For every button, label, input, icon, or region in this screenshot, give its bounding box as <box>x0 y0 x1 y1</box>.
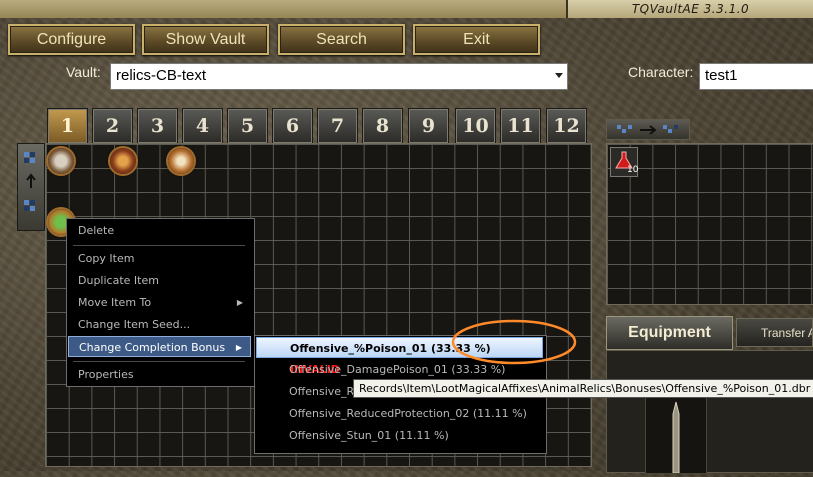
tab-vault-12[interactable]: 12 <box>546 108 587 144</box>
menu-item-duplicate[interactable]: Duplicate Item <box>68 270 251 291</box>
title-bar: TQVaultAE 3.3.1.0 <box>0 0 813 18</box>
relic-item[interactable] <box>48 148 74 174</box>
transfer-header[interactable] <box>606 119 690 140</box>
tab-vault-10[interactable]: 10 <box>455 108 496 144</box>
menu-item-change-seed[interactable]: Change Item Seed... <box>68 314 251 335</box>
vault-select-value: relics-CB-text <box>116 67 207 84</box>
menu-item-move[interactable]: Move Item To ▶ <box>68 292 251 313</box>
tab-vault-7[interactable]: 7 <box>317 108 358 144</box>
menu-item-change-completion-bonus[interactable]: Change Completion Bonus ▶ <box>68 336 251 357</box>
equipment-panel <box>606 350 813 474</box>
tab-equipment[interactable]: Equipment <box>606 316 733 350</box>
submenu-item-stun[interactable]: Offensive_Stun_01 (11.11 %) <box>256 425 543 446</box>
menu-item-move-label: Move Item To <box>78 296 152 309</box>
tab-transfer[interactable]: Transfer A <box>736 318 813 347</box>
record-path-tooltip: Records\Item\LootMagicalAffixes\AnimalRe… <box>353 379 813 398</box>
highlight-ellipse <box>451 319 577 365</box>
tab-vault-6[interactable]: 6 <box>272 108 313 144</box>
context-menu: Delete Copy Item Duplicate Item Move Ite… <box>66 218 255 387</box>
menu-separator <box>73 245 245 246</box>
vault-label: Vault: <box>66 64 101 80</box>
transfer-icon <box>617 125 678 135</box>
tab-vault-9[interactable]: 9 <box>408 108 449 144</box>
chevron-right-icon: ▶ <box>235 343 242 352</box>
search-button[interactable]: Search <box>278 24 405 55</box>
potion-stack-count: 10 <box>627 165 639 175</box>
tab-vault-11[interactable]: 11 <box>500 108 541 144</box>
chevron-down-icon[interactable] <box>555 73 563 78</box>
chevron-right-icon: ▶ <box>236 298 243 307</box>
menu-item-delete[interactable]: Delete <box>68 220 251 241</box>
tab-vault-2[interactable]: 2 <box>92 108 133 144</box>
potion-item[interactable]: 10 <box>610 147 638 177</box>
tab-vault-3[interactable]: 3 <box>137 108 178 144</box>
character-select[interactable]: test1 <box>699 63 813 90</box>
window-title: TQVaultAE 3.3.1.0 <box>566 0 813 18</box>
tab-vault-5[interactable]: 5 <box>227 108 268 144</box>
menu-item-completion-label: Change Completion Bonus <box>79 341 226 354</box>
tab-vault-8[interactable]: 8 <box>362 108 403 144</box>
vault-sidebar <box>17 143 45 231</box>
character-select-value: test1 <box>705 67 738 84</box>
submenu-item-reduced-protection[interactable]: Offensive_ReducedProtection_02 (11.11 %) <box>256 403 543 424</box>
tab-vault-4[interactable]: 4 <box>182 108 223 144</box>
tab-vault-1[interactable]: 1 <box>47 108 88 144</box>
menu-item-copy[interactable]: Copy Item <box>68 248 251 269</box>
relic-item[interactable] <box>110 148 136 174</box>
menu-item-properties[interactable]: Properties <box>68 364 251 385</box>
vault-select[interactable]: relics-CB-text <box>110 63 568 90</box>
show-vault-button[interactable]: Show Vault <box>142 24 269 55</box>
exit-button[interactable]: Exit <box>413 24 540 55</box>
relic-item[interactable] <box>168 148 194 174</box>
character-label: Character: <box>628 64 694 80</box>
configure-button[interactable]: Configure <box>8 24 135 55</box>
menu-separator <box>73 361 245 362</box>
sort-icon[interactable] <box>18 144 44 230</box>
